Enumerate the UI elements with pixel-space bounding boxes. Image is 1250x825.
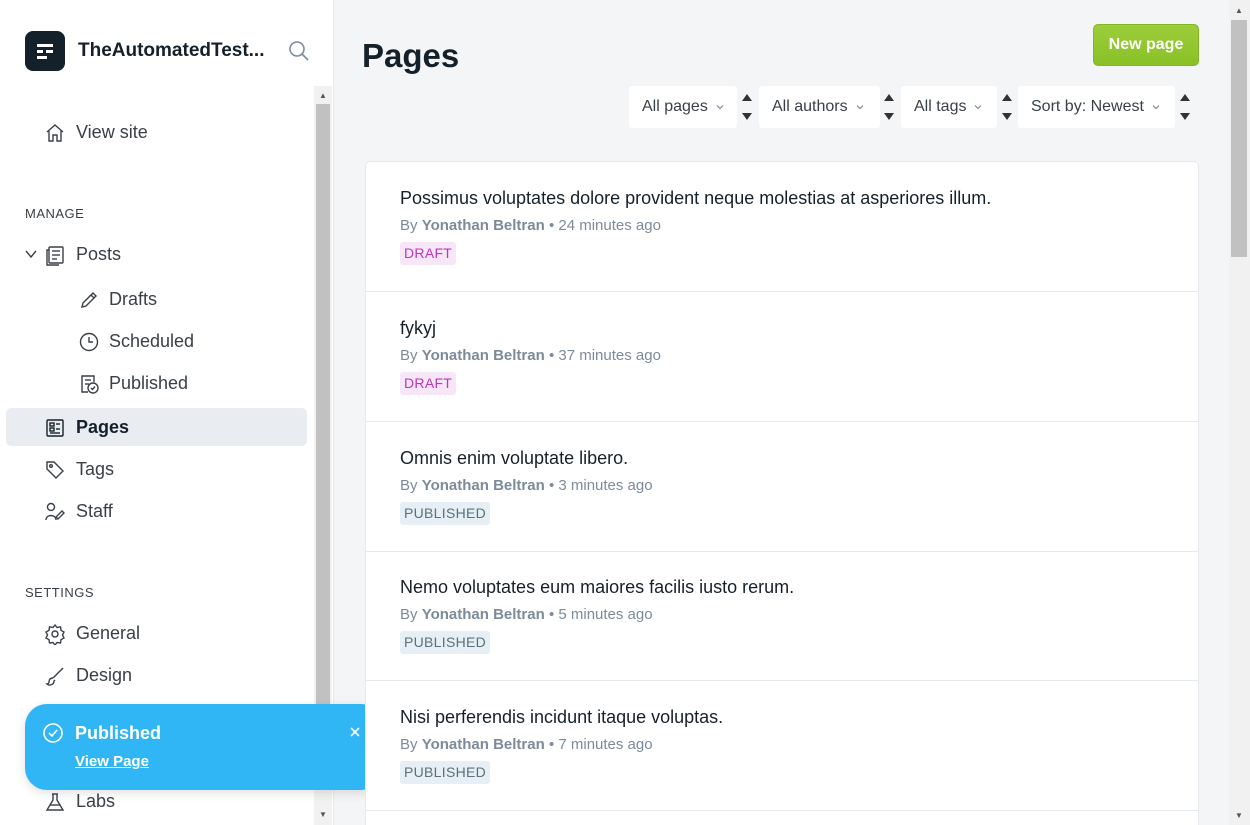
page-item-title[interactable]: Nemo voluptates eum maiores facilis iust…	[400, 577, 794, 598]
list-item[interactable]: Omnis enim voluptate libero. By Yonathan…	[366, 422, 1198, 552]
status-badge: DRAFT	[400, 372, 457, 395]
site-logo[interactable]	[25, 31, 65, 71]
nav-label: General	[76, 622, 141, 643]
page-item-meta: By Yonathan Beltran • 37 minutes ago	[400, 347, 661, 364]
page-title: Pages	[362, 37, 460, 74]
flask-icon	[45, 793, 65, 811]
page-item-title[interactable]: Nisi perferendis incidunt itaque volupta…	[400, 707, 723, 728]
view-page-link[interactable]: View Page	[75, 753, 149, 770]
nav-label: Published	[109, 372, 189, 393]
staff-icon	[45, 502, 65, 521]
nav-pages[interactable]: Pages	[6, 408, 307, 446]
page-item-meta: By Yonathan Beltran • 5 minutes ago	[400, 606, 653, 623]
nav-scheduled[interactable]: Scheduled	[6, 322, 307, 360]
page-item-meta: By Yonathan Beltran • 24 minutes ago	[400, 217, 661, 234]
pages-list: Possimus voluptates dolore provident neq…	[365, 161, 1199, 825]
page-item-meta: By Yonathan Beltran • 7 minutes ago	[400, 736, 653, 753]
list-item[interactable]: Nemo voluptates eum maiores facilis iust…	[366, 551, 1198, 681]
home-icon	[46, 124, 64, 142]
filter-type-value: All pages	[642, 98, 708, 115]
nav-staff[interactable]: Staff	[6, 492, 307, 530]
page-item-title[interactable]: Omnis enim voluptate libero.	[400, 448, 628, 469]
sort-select[interactable]: Sort by: Newest	[1018, 86, 1175, 128]
brand: TheAutomatedTest...	[25, 31, 315, 71]
brush-icon	[45, 667, 64, 686]
scroll-up-arrow[interactable]: ▲	[314, 86, 332, 104]
pencil-icon	[81, 292, 97, 308]
filter-tag-value: All tags	[914, 98, 967, 115]
status-badge: PUBLISHED	[400, 761, 491, 784]
list-item[interactable]: Possimus voluptates dolore provident neq…	[366, 162, 1198, 292]
chevron-down-icon[interactable]	[24, 247, 38, 261]
nav-label: View site	[76, 121, 148, 142]
sidebar: TheAutomatedTest... ▲ ▼ View site MANAGE…	[0, 0, 334, 825]
status-badge: PUBLISHED	[400, 631, 491, 654]
nav-label: Design	[76, 664, 133, 685]
page-item-title[interactable]: fykyj	[400, 318, 436, 339]
sort-value: Sort by: Newest	[1031, 98, 1144, 115]
status-badge: DRAFT	[400, 242, 457, 265]
filter-author-select[interactable]: All authors	[759, 86, 880, 128]
site-title[interactable]: TheAutomatedTest...	[78, 40, 273, 62]
page-item-meta: By Yonathan Beltran • 3 minutes ago	[400, 477, 653, 494]
toast-title: Published	[75, 723, 162, 743]
nav-label: Staff	[76, 500, 113, 521]
new-page-button[interactable]: New page	[1093, 24, 1199, 66]
nav-posts[interactable]: Posts	[6, 235, 307, 273]
manage-heading: MANAGE	[25, 206, 85, 221]
nav-label: Tags	[76, 458, 115, 479]
filter-tag-select[interactable]: All tags	[901, 86, 997, 128]
filter-type-select[interactable]: All pages	[629, 86, 737, 128]
list-item[interactable]: fykyj By Yonathan Beltran • 37 minutes a…	[366, 292, 1198, 422]
nav-tags[interactable]: Tags	[6, 450, 307, 488]
search-icon[interactable]	[287, 39, 311, 63]
page-item-title[interactable]: Possimus voluptates dolore provident neq…	[400, 188, 991, 209]
settings-heading: SETTINGS	[25, 585, 95, 600]
list-item[interactable]: Nisi perferendis incidunt itaque volupta…	[366, 681, 1198, 811]
nav-design[interactable]: Design	[6, 656, 307, 694]
chevron-down-icon	[1152, 105, 1160, 110]
scrollbar-thumb[interactable]	[316, 104, 330, 704]
scroll-up-arrow[interactable]: ▲	[1231, 2, 1247, 18]
check-circle-icon	[43, 723, 63, 743]
filter-author-value: All authors	[772, 98, 848, 115]
chevron-down-icon	[716, 105, 724, 110]
scroll-down-arrow[interactable]: ▼	[1231, 807, 1247, 823]
filter-tag-spinner[interactable]	[998, 86, 1016, 128]
nav-drafts[interactable]: Drafts	[6, 280, 307, 318]
nav-published[interactable]: Published	[6, 364, 307, 402]
nav-label: Labs	[76, 790, 116, 811]
published-toast: Published View Page	[25, 704, 383, 790]
close-icon[interactable]	[347, 724, 363, 740]
nav-label: Drafts	[109, 288, 158, 309]
chevron-down-icon	[975, 105, 982, 110]
posts-icon	[46, 246, 64, 266]
filter-type-spinner[interactable]	[738, 86, 756, 128]
chevron-down-icon	[856, 105, 864, 110]
gear-icon	[45, 623, 65, 645]
tag-icon	[46, 461, 64, 479]
nav-label: Pages	[76, 416, 130, 437]
status-badge: PUBLISHED	[400, 502, 491, 525]
scrollbar-thumb[interactable]	[1231, 20, 1247, 257]
nav-view-site[interactable]: View site	[6, 113, 307, 151]
sort-spinner[interactable]	[1176, 86, 1194, 128]
nav-general[interactable]: General	[6, 614, 307, 652]
nav-label: Scheduled	[109, 330, 195, 351]
main-scrollbar[interactable]: ▲ ▼	[1229, 0, 1250, 825]
pages-icon	[46, 419, 64, 437]
scroll-down-arrow[interactable]: ▼	[314, 805, 332, 823]
nav-label: Posts	[76, 243, 122, 264]
filter-author-spinner[interactable]	[880, 86, 898, 128]
clock-icon	[79, 332, 99, 352]
published-icon	[81, 375, 99, 394]
